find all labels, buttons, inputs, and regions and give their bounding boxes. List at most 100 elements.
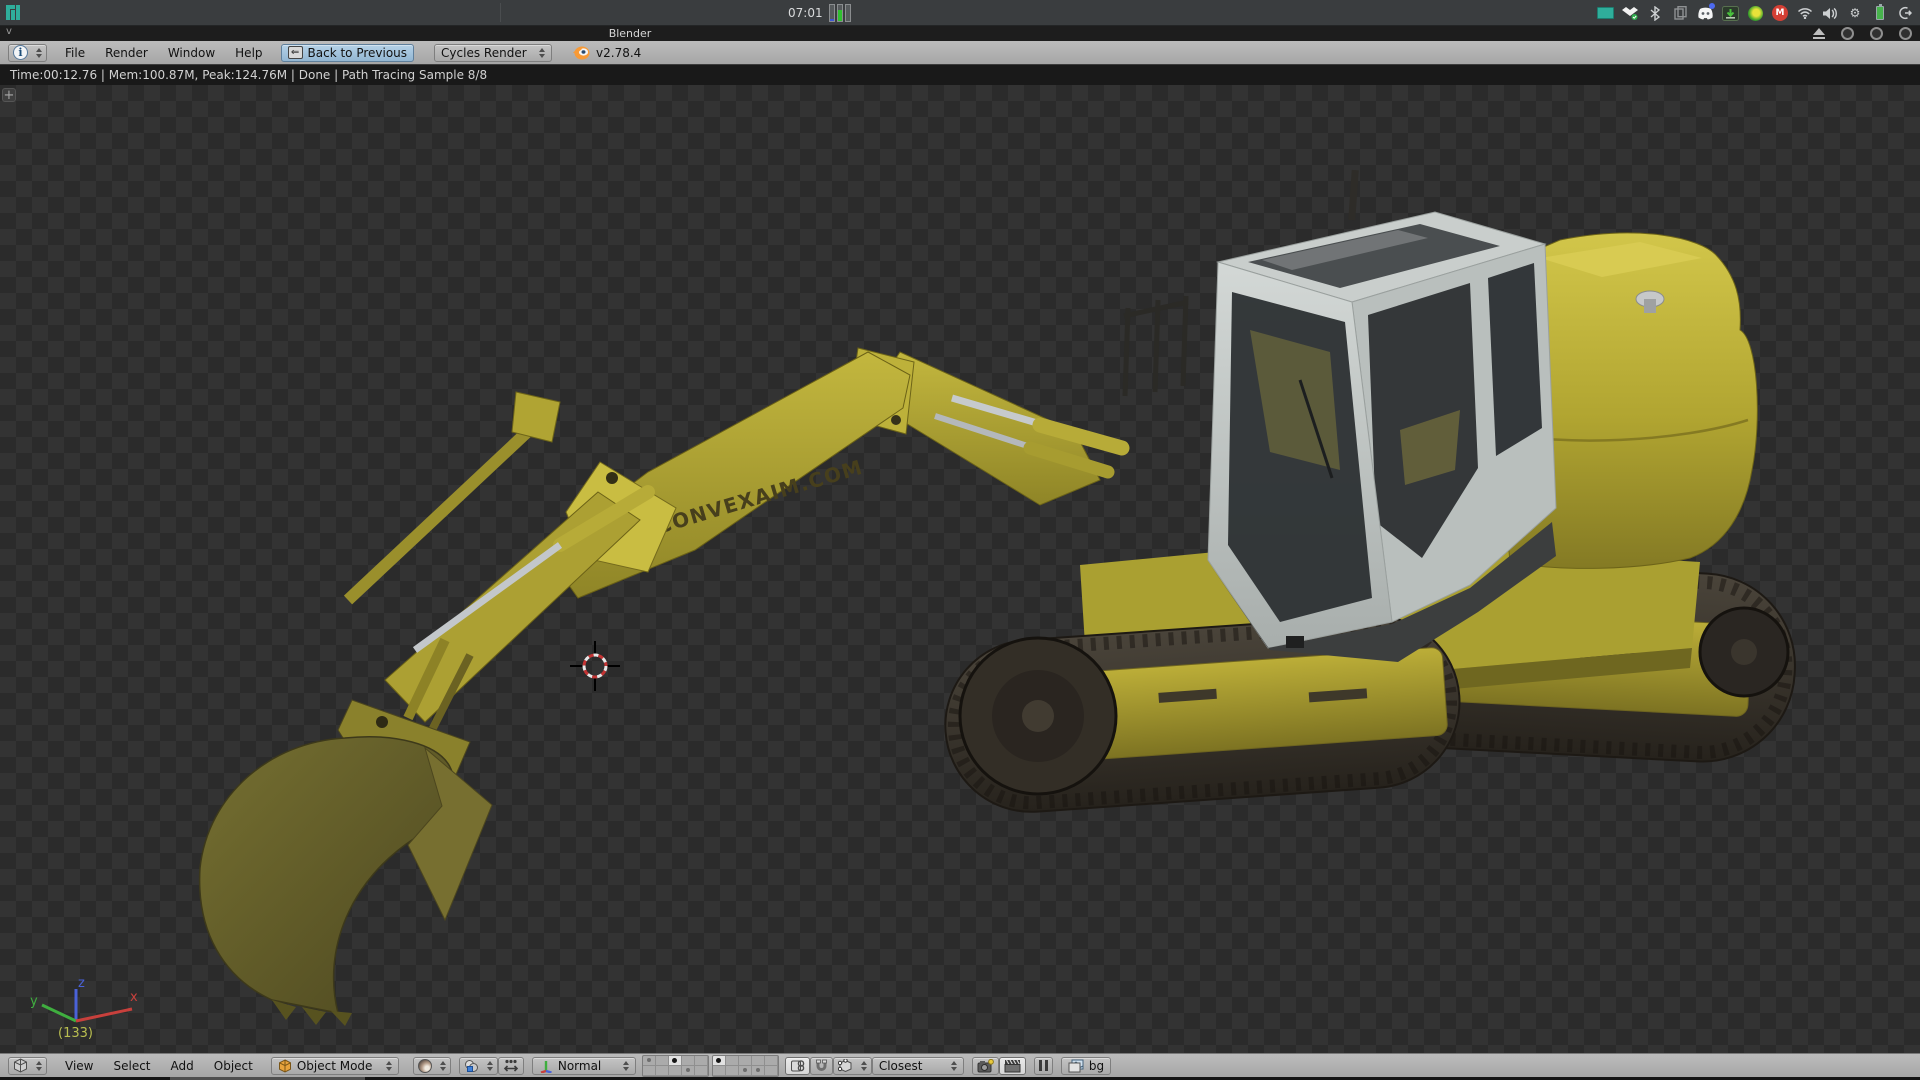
transform-orientation-select[interactable]: Normal [532, 1057, 636, 1075]
panel-separator [500, 3, 501, 22]
clipboard-icon[interactable] [1671, 4, 1689, 22]
bluetooth-icon[interactable] [1646, 4, 1664, 22]
layer-cell[interactable] [695, 1056, 708, 1066]
snap-element-spinner [861, 1061, 867, 1071]
layer-cell[interactable] [765, 1066, 778, 1076]
render-status-text: Time:00:12.76 | Mem:100.87M, Peak:124.76… [10, 68, 487, 82]
menu-file[interactable]: File [55, 41, 95, 64]
menu-render[interactable]: Render [95, 41, 158, 64]
layer-cell[interactable] [643, 1066, 656, 1076]
editor-type-spinner-3dview [36, 1061, 42, 1071]
svg-text:y: y [30, 994, 38, 1009]
clock[interactable]: 07:01 [788, 6, 823, 20]
wifi-icon[interactable] [1796, 4, 1814, 22]
gmail-icon[interactable]: M [1771, 4, 1789, 22]
window-minimize-button[interactable] [1841, 27, 1854, 40]
layer-cell[interactable] [669, 1066, 682, 1076]
object-mode-cube-icon [278, 1059, 292, 1073]
layer-cell[interactable] [669, 1056, 682, 1066]
window-titlebar[interactable]: v Blender [0, 26, 1920, 41]
system-monitor-widget[interactable] [829, 4, 851, 22]
battery-icon[interactable] [1871, 4, 1889, 22]
editor-type-spinner [36, 48, 42, 58]
pivot-point-select[interactable] [459, 1057, 498, 1075]
layer-cell[interactable] [752, 1066, 765, 1076]
window-shade-icon[interactable] [1813, 28, 1825, 35]
system-panel: 07:01 M ⚙ [0, 0, 1920, 26]
layer-cell[interactable] [726, 1066, 739, 1076]
media-player-icon[interactable] [1746, 4, 1764, 22]
layer-cell[interactable] [656, 1056, 669, 1066]
render-camera-icon [977, 1059, 994, 1073]
menu-select[interactable]: Select [103, 1054, 160, 1077]
layer-cell[interactable] [656, 1066, 669, 1076]
snap-toggle-button[interactable] [810, 1057, 833, 1075]
images-icon [1068, 1059, 1084, 1073]
layer-cell[interactable] [643, 1056, 656, 1066]
axis-orientation-icon [539, 1059, 553, 1073]
lock-to-scene-button[interactable] [785, 1057, 810, 1075]
layer-cell[interactable] [739, 1066, 752, 1076]
layer-cell[interactable] [739, 1056, 752, 1066]
shading-spinner [440, 1061, 446, 1071]
window-maximize-button[interactable] [1870, 27, 1883, 40]
mode-spinner [386, 1061, 392, 1071]
window-close-button[interactable] [1899, 27, 1912, 40]
volume-icon[interactable] [1821, 4, 1839, 22]
layer-cell[interactable] [726, 1056, 739, 1066]
back-to-previous-button[interactable]: ⇐ Back to Previous [281, 44, 415, 62]
snap-element-icon [838, 1059, 853, 1073]
render-pause-button[interactable] [1034, 1057, 1053, 1075]
layer-cell[interactable] [765, 1056, 778, 1066]
pivot-icon [464, 1059, 479, 1073]
discord-icon[interactable] [1696, 4, 1714, 22]
window-title: Blender [609, 27, 652, 40]
opengl-render-still-button[interactable] [972, 1057, 999, 1075]
layer-group-1[interactable] [642, 1055, 709, 1077]
background-images-button[interactable]: bg [1061, 1057, 1111, 1075]
dropbox-icon[interactable] [1621, 4, 1639, 22]
display-icon[interactable] [1596, 4, 1614, 22]
window-menu-chevron-icon[interactable]: v [6, 26, 12, 37]
snap-element-select[interactable] [833, 1057, 872, 1075]
menu-window[interactable]: Window [158, 41, 225, 64]
layer-cell[interactable] [713, 1066, 726, 1076]
manjaro-logo-icon [6, 5, 21, 20]
layer-cell[interactable] [682, 1066, 695, 1076]
download-manager-icon[interactable] [1721, 4, 1739, 22]
view3d-header: View Select Add Object Object Mode Norma… [0, 1053, 1920, 1077]
shading-sphere-icon [418, 1059, 432, 1073]
menu-object[interactable]: Object [204, 1054, 263, 1077]
cursor-3d [570, 641, 620, 691]
app-launcher-button[interactable] [0, 0, 26, 26]
swap-bar-icon [845, 4, 851, 22]
pivot-spinner [487, 1061, 493, 1071]
snap-target-select[interactable]: Closest [872, 1057, 964, 1075]
layer-cell[interactable] [695, 1066, 708, 1076]
manipulator-toggle-button[interactable] [498, 1057, 524, 1075]
clapperboard-icon [1004, 1059, 1021, 1073]
magnet-icon [815, 1059, 828, 1073]
render-engine-select[interactable]: Cycles Render [434, 44, 552, 62]
editor-type-button[interactable]: i [8, 44, 47, 62]
layer-cell[interactable] [752, 1056, 765, 1066]
version-label: v2.78.4 [596, 46, 641, 60]
viewport-shading-select[interactable] [413, 1057, 451, 1075]
layer-cell[interactable] [713, 1056, 726, 1066]
editor-type-button-3dview[interactable] [8, 1057, 47, 1075]
layer-cell[interactable] [682, 1056, 695, 1066]
engine-spinner [539, 48, 545, 58]
mode-select[interactable]: Object Mode [271, 1057, 399, 1075]
menu-add[interactable]: Add [161, 1054, 204, 1077]
menu-help[interactable]: Help [225, 41, 272, 64]
layers-widget[interactable] [642, 1055, 779, 1077]
back-arrow-icon: ⇐ [288, 46, 303, 59]
settings-gear-icon[interactable]: ⚙ [1846, 4, 1864, 22]
logout-icon[interactable] [1896, 4, 1914, 22]
viewport-3d[interactable]: + [0, 85, 1920, 1053]
layer-group-2[interactable] [712, 1055, 779, 1077]
orientation-spinner [623, 1061, 629, 1071]
menu-view[interactable]: View [55, 1054, 103, 1077]
opengl-render-anim-button[interactable] [999, 1057, 1026, 1075]
excavator-render: WWW.CONVEXAIM.COM [0, 85, 1920, 1053]
